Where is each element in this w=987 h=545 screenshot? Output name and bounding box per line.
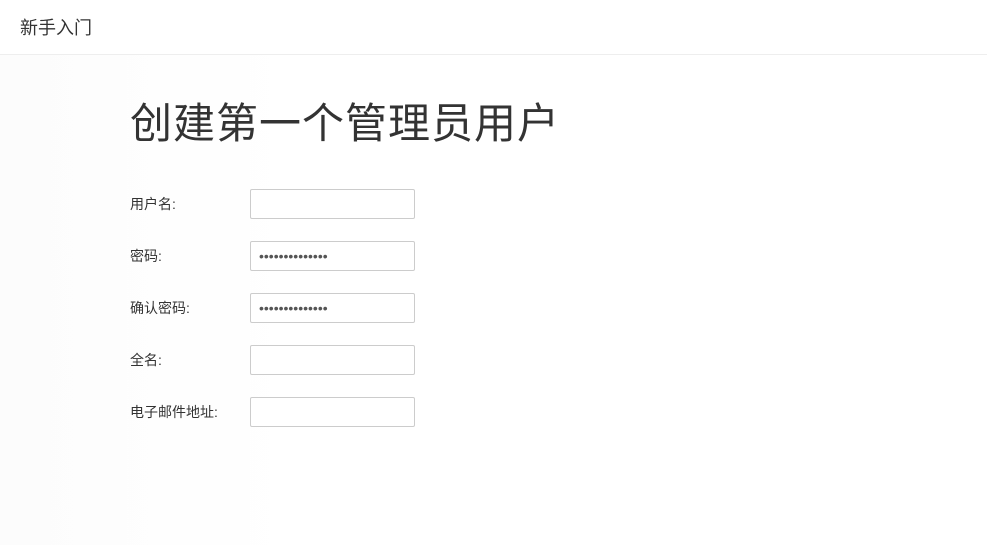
email-label: 电子邮件地址: bbox=[130, 402, 250, 422]
password-input[interactable] bbox=[250, 241, 415, 271]
form-row-password: 密码: bbox=[130, 241, 987, 271]
fullname-input[interactable] bbox=[250, 345, 415, 375]
form-row-email: 电子邮件地址: bbox=[130, 397, 987, 427]
username-input[interactable] bbox=[250, 189, 415, 219]
form-row-confirm-password: 确认密码: bbox=[130, 293, 987, 323]
email-input[interactable] bbox=[250, 397, 415, 427]
form-row-fullname: 全名: bbox=[130, 345, 987, 375]
form-row-username: 用户名: bbox=[130, 189, 987, 219]
header: 新手入门 bbox=[0, 0, 987, 55]
password-label: 密码: bbox=[130, 246, 250, 266]
confirm-password-input[interactable] bbox=[250, 293, 415, 323]
fullname-label: 全名: bbox=[130, 350, 250, 370]
header-title: 新手入门 bbox=[20, 14, 92, 40]
page-title: 创建第一个管理员用户 bbox=[130, 90, 987, 151]
main-content: 创建第一个管理员用户 用户名: 密码: 确认密码: 全名: 电子邮件地址: bbox=[0, 55, 987, 545]
confirm-password-label: 确认密码: bbox=[130, 298, 250, 318]
username-label: 用户名: bbox=[130, 194, 250, 214]
